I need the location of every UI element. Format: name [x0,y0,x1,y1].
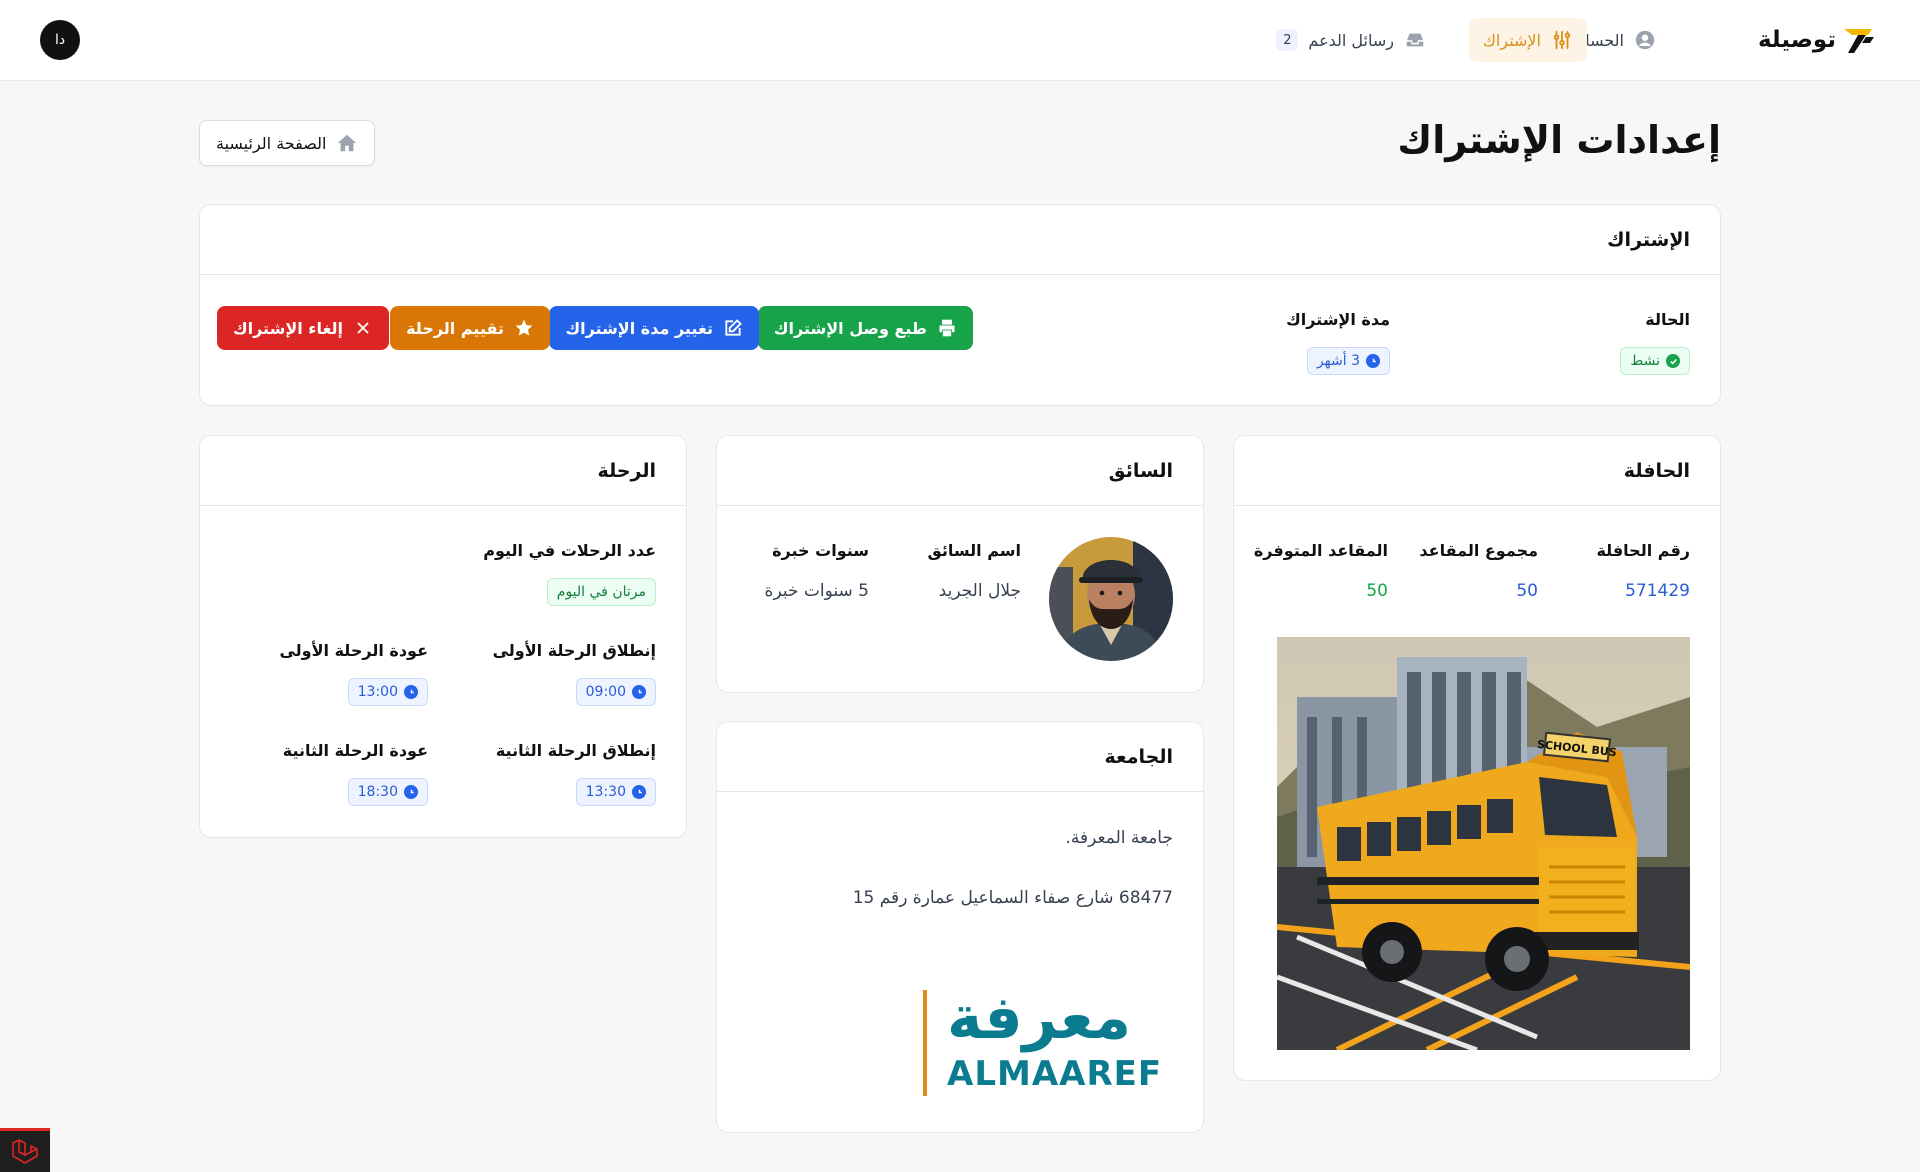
driver-experience-value: 5 سنوات خبرة [764,581,869,601]
cancel-subscription-label: إلغاء الإشتراك [232,318,343,338]
second-return-value: 18:30 [357,784,398,800]
home-button-label: الصفحة الرئيسية [216,133,327,153]
inbox-icon [1406,33,1424,47]
driver-card-title: السائق [717,436,1203,506]
duration-badge: 3 أشهر [1306,347,1390,375]
driver-name-label: اسم السائق [927,541,1021,560]
university-name: جامعة المعرفة. [1065,828,1173,848]
home-button[interactable]: الصفحة الرئيسية [199,120,376,166]
university-card: الجامعة جامعة المعرفة. 68477 شارع صفاء ا… [716,721,1204,1133]
change-duration-button[interactable]: تغيير مدة الإشتراك [549,306,759,350]
support-count-badge: 2 [1276,29,1299,51]
subscription-card: الإشتراك الحالة نشط مدة الإشتراك 3 أشهر [199,204,1721,406]
university-logo-arabic: معرفة [947,986,1132,1053]
trips-per-day-badge: مرتان في اليوم [546,578,656,606]
clock-icon [404,685,418,699]
nav-subscription[interactable]: الإشتراك [1468,18,1587,62]
bus-card: الحافلة رقم الحافلة 571429 مجموع المقاعد… [1233,435,1721,1081]
print-receipt-label: طبع وصل الإشتراك [773,318,927,338]
driver-avatar [1049,537,1173,661]
total-seats-value: 50 [1516,581,1538,601]
clock-icon [632,785,646,799]
app-logo[interactable]: توصيلة [1758,20,1876,60]
bus-number-value: 571429 [1625,581,1690,601]
user-circle-icon [1635,30,1655,50]
cancel-subscription-button[interactable]: إلغاء الإشتراك [216,306,389,350]
bus-card-title: الحافلة [1234,436,1720,506]
university-logo: معرفة ALMAAREF [923,986,1173,1096]
top-navbar: توصيلة الحساب الإشتراك رسائل الدعم 2 دا [0,0,1920,81]
university-address: 68477 شارع صفاء السماعيل عمارة رقم 15 [852,888,1173,908]
second-departure-label: إنطلاق الرحلة الثانية [495,741,656,760]
star-icon [515,319,533,336]
second-departure-badge: 13:30 [575,778,656,806]
university-logo-latin: ALMAAREF [947,1054,1163,1094]
university-card-title: الجامعة [717,722,1203,792]
change-duration-label: تغيير مدة الإشتراك [565,318,713,338]
debug-toolbar-toggle[interactable] [0,1128,50,1172]
first-return-label: عودة الرحلة الأولى [279,641,428,660]
second-return-label: عودة الرحلة الثانية [282,741,428,760]
close-icon [357,322,369,334]
second-departure-value: 13:30 [585,784,626,800]
status-label: الحالة [1645,310,1690,329]
available-seats-label: المقاعد المتوفرة [1253,541,1388,560]
first-return-value: 13:00 [357,684,398,700]
clock-icon [404,785,418,799]
nav-subscription-label: الإشتراك [1482,30,1541,50]
edit-icon [725,319,742,336]
status-value: نشط [1630,353,1660,369]
first-departure-value: 09:00 [585,684,626,700]
trips-per-day-value: مرتان في اليوم [556,584,646,600]
first-departure-label: إنطلاق الرحلة الأولى [492,641,656,660]
rate-trip-label: تقييم الرحلة [406,318,504,338]
check-circle-icon [1666,354,1680,368]
nav-support[interactable]: رسائل الدعم 2 [1262,18,1440,62]
first-departure-badge: 09:00 [575,678,656,706]
logo-text: توصيلة [1757,27,1836,53]
clock-icon [632,685,646,699]
duration-value: 3 أشهر [1316,353,1360,369]
laravel-icon [12,1138,38,1164]
page-title: إعدادات الإشتراك [1397,118,1721,162]
clock-icon [1366,354,1380,368]
available-seats-value: 50 [1366,581,1388,601]
user-avatar[interactable]: دا [40,20,80,60]
driver-experience-label: سنوات خبرة [772,541,869,560]
status-badge: نشط [1620,347,1690,375]
bus-number-label: رقم الحافلة [1596,541,1690,560]
total-seats-label: مجموع المقاعد [1419,541,1538,560]
rate-trip-button[interactable]: تقييم الرحلة [390,306,550,350]
trips-per-day-label: عدد الرحلات في اليوم [483,541,656,560]
trip-card-title: الرحلة [200,436,686,506]
nav-support-label: رسائل الدعم [1308,30,1394,50]
driver-card: السائق اسم السائق جلال الجريد سنوات خبرة… [716,435,1204,693]
printer-icon [939,319,955,337]
duration-label: مدة الإشتراك [1286,310,1390,329]
driver-name-value: جلال الجريد [938,581,1021,601]
trip-card: الرحلة عدد الرحلات في اليوم مرتان في الي… [199,435,687,838]
print-receipt-button[interactable]: طبع وصل الإشتراك [757,306,973,350]
subscription-card-title: الإشتراك [200,205,1720,275]
home-icon [338,134,357,152]
first-return-badge: 13:00 [347,678,428,706]
second-return-badge: 18:30 [347,778,428,806]
sliders-icon [1553,30,1571,50]
bus-image: SCHOOL BUS [1277,637,1690,1050]
logo-mark-icon [1844,29,1874,53]
